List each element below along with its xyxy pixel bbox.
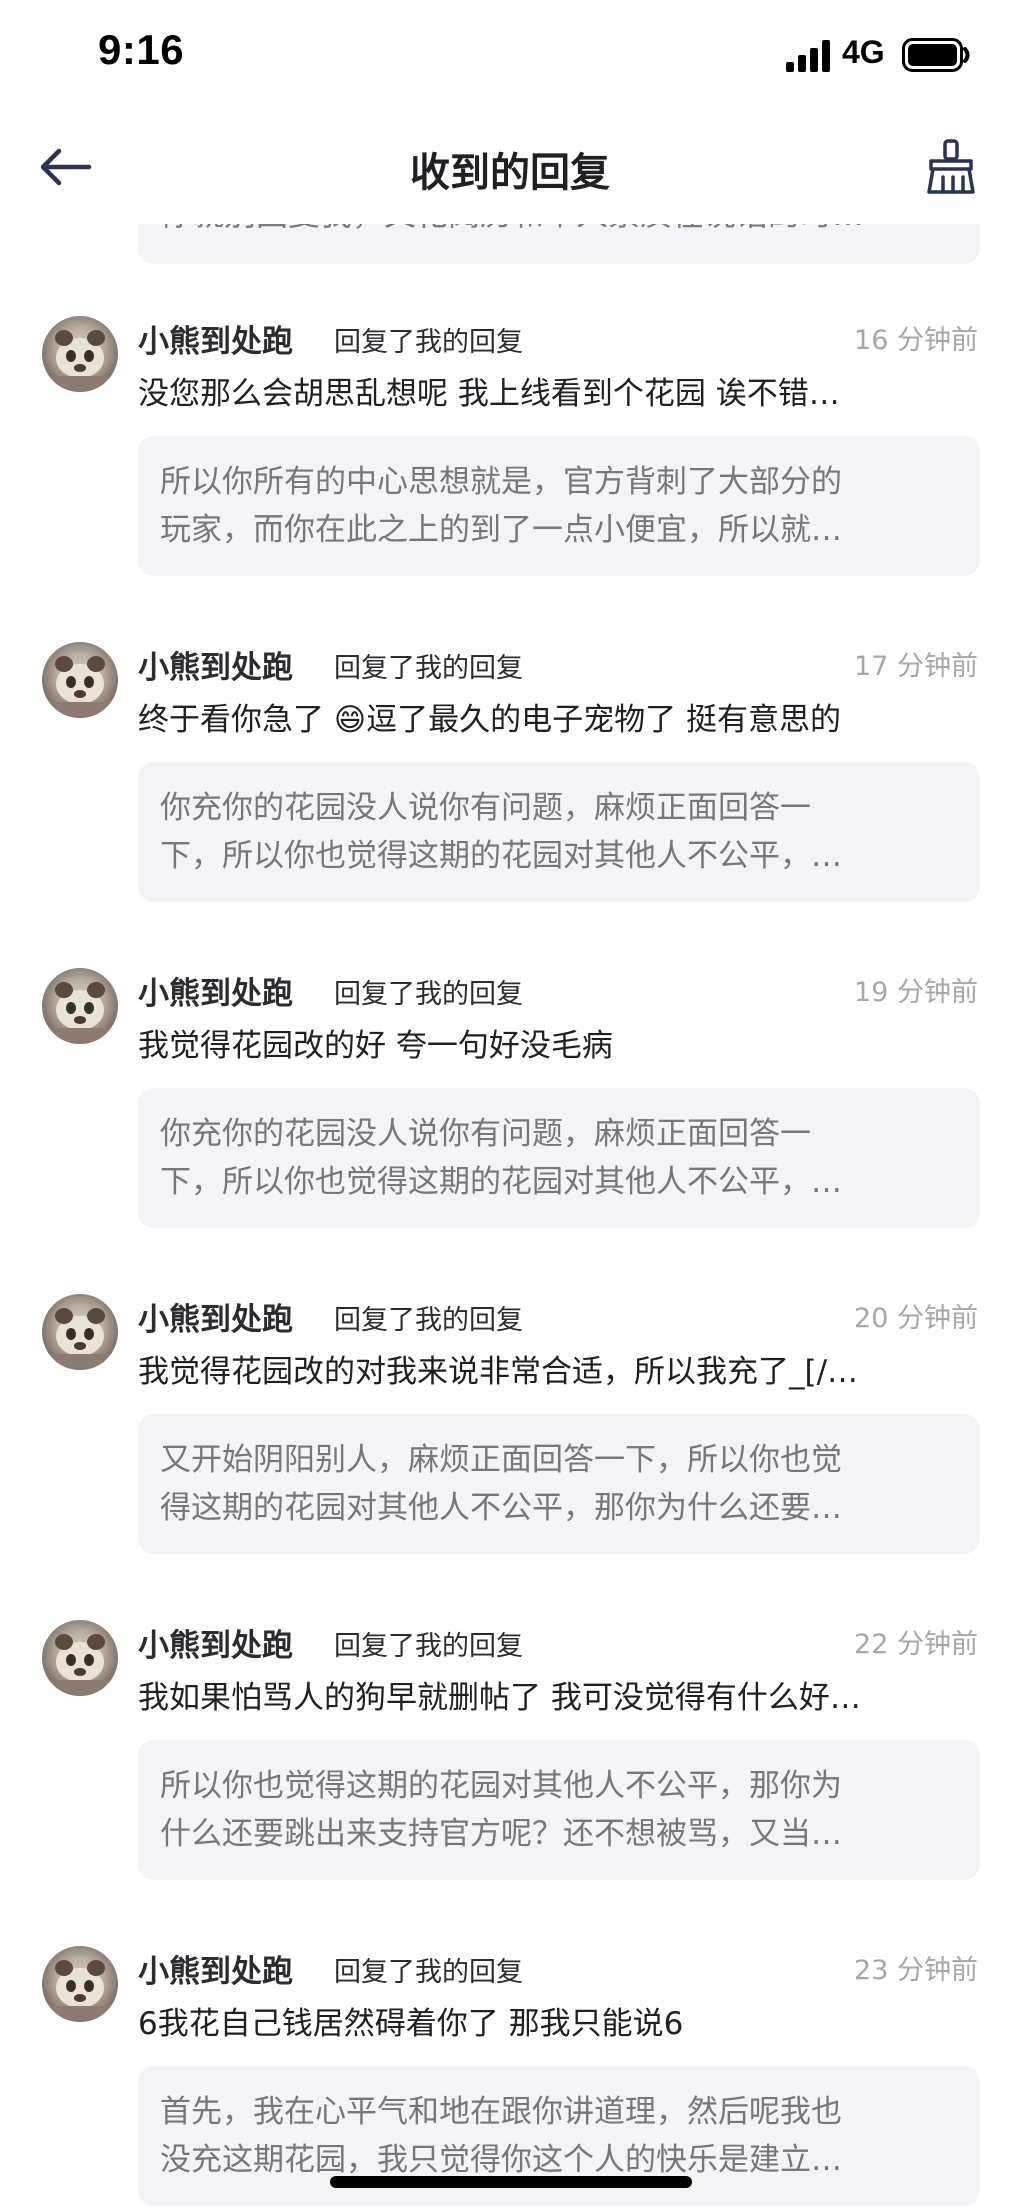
quote-box[interactable]: 所以你也觉得这期的花园对其他人不公平，那你为 什么还要跳出来支持官方呢？还不想被… (138, 1740, 980, 1880)
broom-icon (927, 139, 975, 194)
reply-text[interactable]: 我觉得花园改的好 夸一句好没毛病 (138, 1020, 980, 1065)
quote-line: 下，所以你也觉得这期的花园对其他人不公平，… (160, 838, 842, 874)
home-indicator (330, 2176, 692, 2188)
quote-box[interactable]: 你充你的花园没人说你有问题，麻烦正面回答一 下，所以你也觉得这期的花园对其他人不… (138, 1088, 980, 1228)
time-ago: 22 分钟前 (854, 1629, 978, 1660)
time-ago: 17 分钟前 (854, 651, 978, 682)
battery-icon (902, 38, 970, 72)
time-ago: 20 分钟前 (854, 1303, 978, 1334)
time-ago: 16 分钟前 (854, 325, 978, 356)
signal-icon (786, 40, 830, 72)
action-text: 回复了我的回复 (334, 1957, 523, 1988)
quote-line: 你就别回复我，文化阅历和个人素质在说话的时… (160, 224, 960, 238)
reply-text[interactable]: 6我花自己钱居然碍着你了 那我只能说6 (138, 1998, 980, 2043)
clear-button[interactable] (920, 136, 982, 198)
quote-line: 又开始阴阳别人，麻烦正面回答一下，所以你也觉 (160, 1442, 842, 1478)
reply-text[interactable]: 没您那么会胡思乱想呢 我上线看到个花园 诶不错… (138, 368, 980, 413)
reply-item[interactable]: 小熊到处跑 回复了我的回复 16 分钟前 没您那么会胡思乱想呢 我上线看到个花园… (0, 302, 1020, 622)
reply-text[interactable]: 终于看你急了 😄逗了最久的电子宠物了 挺有意思的 (138, 694, 980, 739)
quote-line: 下，所以你也觉得这期的花园对其他人不公平，… (160, 1164, 842, 1200)
action-text: 回复了我的回复 (334, 979, 523, 1010)
avatar[interactable] (42, 1294, 118, 1370)
user-name[interactable]: 小熊到处跑 (138, 316, 293, 361)
action-text: 回复了我的回复 (334, 1631, 523, 1662)
reply-item[interactable]: 小熊到处跑 回复了我的回复 17 分钟前 终于看你急了 😄逗了最久的电子宠物了 … (0, 628, 1020, 948)
reply-item[interactable]: 小熊到处跑 回复了我的回复 19 分钟前 我觉得花园改的好 夸一句好没毛病 你充… (0, 954, 1020, 1274)
reply-text[interactable]: 我觉得花园改的对我来说非常合适，所以我充了_[/… (138, 1346, 980, 1391)
quote-box[interactable]: 你就别回复我，文化阅历和个人素质在说话的时… (138, 224, 980, 264)
avatar[interactable] (42, 642, 118, 718)
reply-item[interactable]: 小熊到处跑 回复了我的回复 22 分钟前 我如果怕骂人的狗早就删帖了 我可没觉得… (0, 1606, 1020, 1926)
action-text: 回复了我的回复 (334, 1305, 523, 1336)
status-bar: 9:16 4G (0, 0, 1020, 112)
reply-item[interactable]: 小熊到处跑 回复了我的回复 20 分钟前 我觉得花园改的对我来说非常合适，所以我… (0, 1280, 1020, 1600)
reply-feed[interactable]: 你就别回复我，文化阅历和个人素质在说话的时… 小熊到处跑 回复了我的回复 16 … (0, 224, 1020, 2208)
avatar[interactable] (42, 316, 118, 392)
reply-item[interactable]: 小熊到处跑 回复了我的回复 23 分钟前 6我花自己钱居然碍着你了 那我只能说6… (0, 1932, 1020, 2208)
quote-box[interactable]: 又开始阴阳别人，麻烦正面回答一下，所以你也觉 得这期的花园对其他人不公平，那你为… (138, 1414, 980, 1554)
user-name[interactable]: 小熊到处跑 (138, 968, 293, 1013)
quote-box[interactable]: 你充你的花园没人说你有问题，麻烦正面回答一 下，所以你也觉得这期的花园对其他人不… (138, 762, 980, 902)
time-ago: 23 分钟前 (854, 1955, 978, 1986)
time-ago: 19 分钟前 (854, 977, 978, 1008)
status-time: 9:16 (98, 26, 185, 73)
network-label: 4G (842, 34, 885, 70)
nav-bar: 收到的回复 (0, 112, 1020, 224)
action-text: 回复了我的回复 (334, 327, 523, 358)
user-name[interactable]: 小熊到处跑 (138, 642, 293, 687)
quote-line: 你充你的花园没人说你有问题，麻烦正面回答一 (160, 790, 811, 826)
avatar[interactable] (42, 968, 118, 1044)
user-name[interactable]: 小熊到处跑 (138, 1620, 293, 1665)
quote-line: 首先，我在心平气和地在跟你讲道理，然后呢我也 (160, 2094, 842, 2130)
quote-line: 什么还要跳出来支持官方呢？还不想被骂，又当… (160, 1816, 842, 1852)
quote-line: 你充你的花园没人说你有问题，麻烦正面回答一 (160, 1116, 811, 1152)
user-name[interactable]: 小熊到处跑 (138, 1946, 293, 1991)
quote-line: 玩家，而你在此之上的到了一点小便宜，所以就… (160, 512, 842, 548)
reply-text[interactable]: 我如果怕骂人的狗早就删帖了 我可没觉得有什么好… (138, 1672, 980, 1717)
quote-box[interactable]: 所以你所有的中心思想就是，官方背刺了大部分的 玩家，而你在此之上的到了一点小便宜… (138, 436, 980, 576)
user-name[interactable]: 小熊到处跑 (138, 1294, 293, 1339)
action-text: 回复了我的回复 (334, 653, 523, 684)
avatar[interactable] (42, 1620, 118, 1696)
quote-line: 得这期的花园对其他人不公平，那你为什么还要… (160, 1490, 842, 1526)
avatar[interactable] (42, 1946, 118, 2022)
page-title: 收到的回复 (410, 150, 610, 196)
quote-line: 所以你所有的中心思想就是，官方背刺了大部分的 (160, 464, 842, 500)
quote-line: 所以你也觉得这期的花园对其他人不公平，那你为 (160, 1768, 842, 1804)
